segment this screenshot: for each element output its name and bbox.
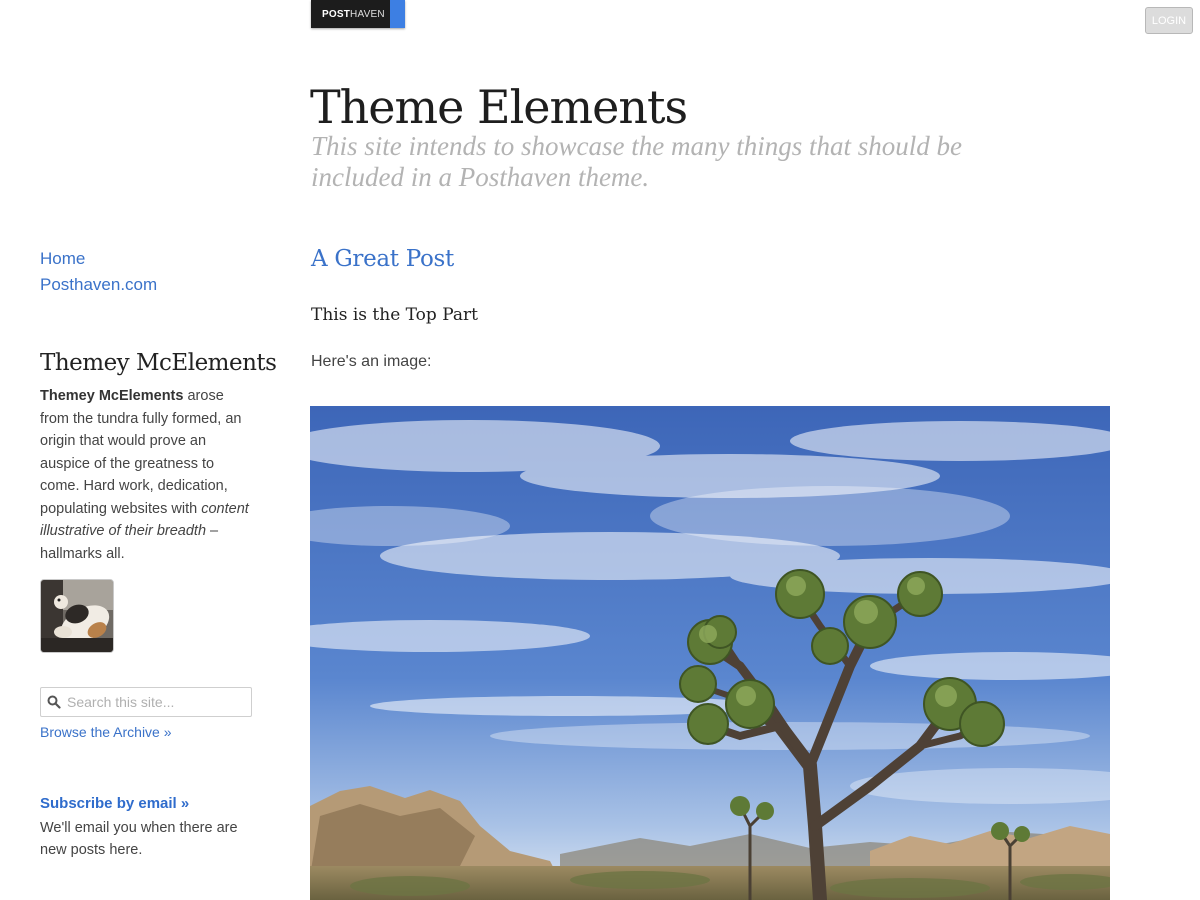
author-bio-text-1: arose from the tundra fully formed, an o… — [40, 388, 242, 517]
badge-stripe — [390, 0, 405, 28]
post-image[interactable] — [310, 406, 1110, 900]
post-body-text: Here's an image: — [311, 353, 432, 370]
sidebar: Home Posthaven.com Themey McElements The… — [40, 246, 277, 653]
author-bio-name: Themey McElements — [40, 388, 184, 404]
author-bio: Themey McElements arose from the tundra … — [40, 385, 255, 565]
badge-text-strong: POST — [322, 8, 351, 20]
search-input[interactable] — [67, 694, 243, 710]
login-button[interactable]: LOGIN — [1145, 7, 1193, 34]
joshua-tree-photo — [310, 406, 1110, 900]
browse-archive-link[interactable]: Browse the Archive » — [40, 724, 172, 740]
subscribe-description: We'll email you when there are new posts… — [40, 820, 238, 858]
nav-link-home[interactable]: Home — [40, 246, 255, 272]
subscribe-email-link[interactable]: Subscribe by email » — [40, 795, 189, 812]
posthaven-badge[interactable]: POST HAVEN — [311, 0, 405, 28]
cat-photo — [41, 580, 113, 652]
site-description: This site intends to showcase the many t… — [311, 131, 962, 192]
search-field[interactable] — [40, 687, 252, 717]
site-title[interactable]: Theme Elements — [310, 80, 688, 134]
search-icon — [47, 695, 61, 709]
nav-link-posthaven[interactable]: Posthaven.com — [40, 272, 255, 298]
post-subheading: This is the Top Part — [311, 305, 478, 325]
author-avatar[interactable] — [40, 579, 114, 653]
post-title-link[interactable]: A Great Post — [311, 246, 454, 272]
author-name-heading: Themey McElements — [40, 350, 277, 376]
badge-text-light: HAVEN — [350, 8, 385, 20]
